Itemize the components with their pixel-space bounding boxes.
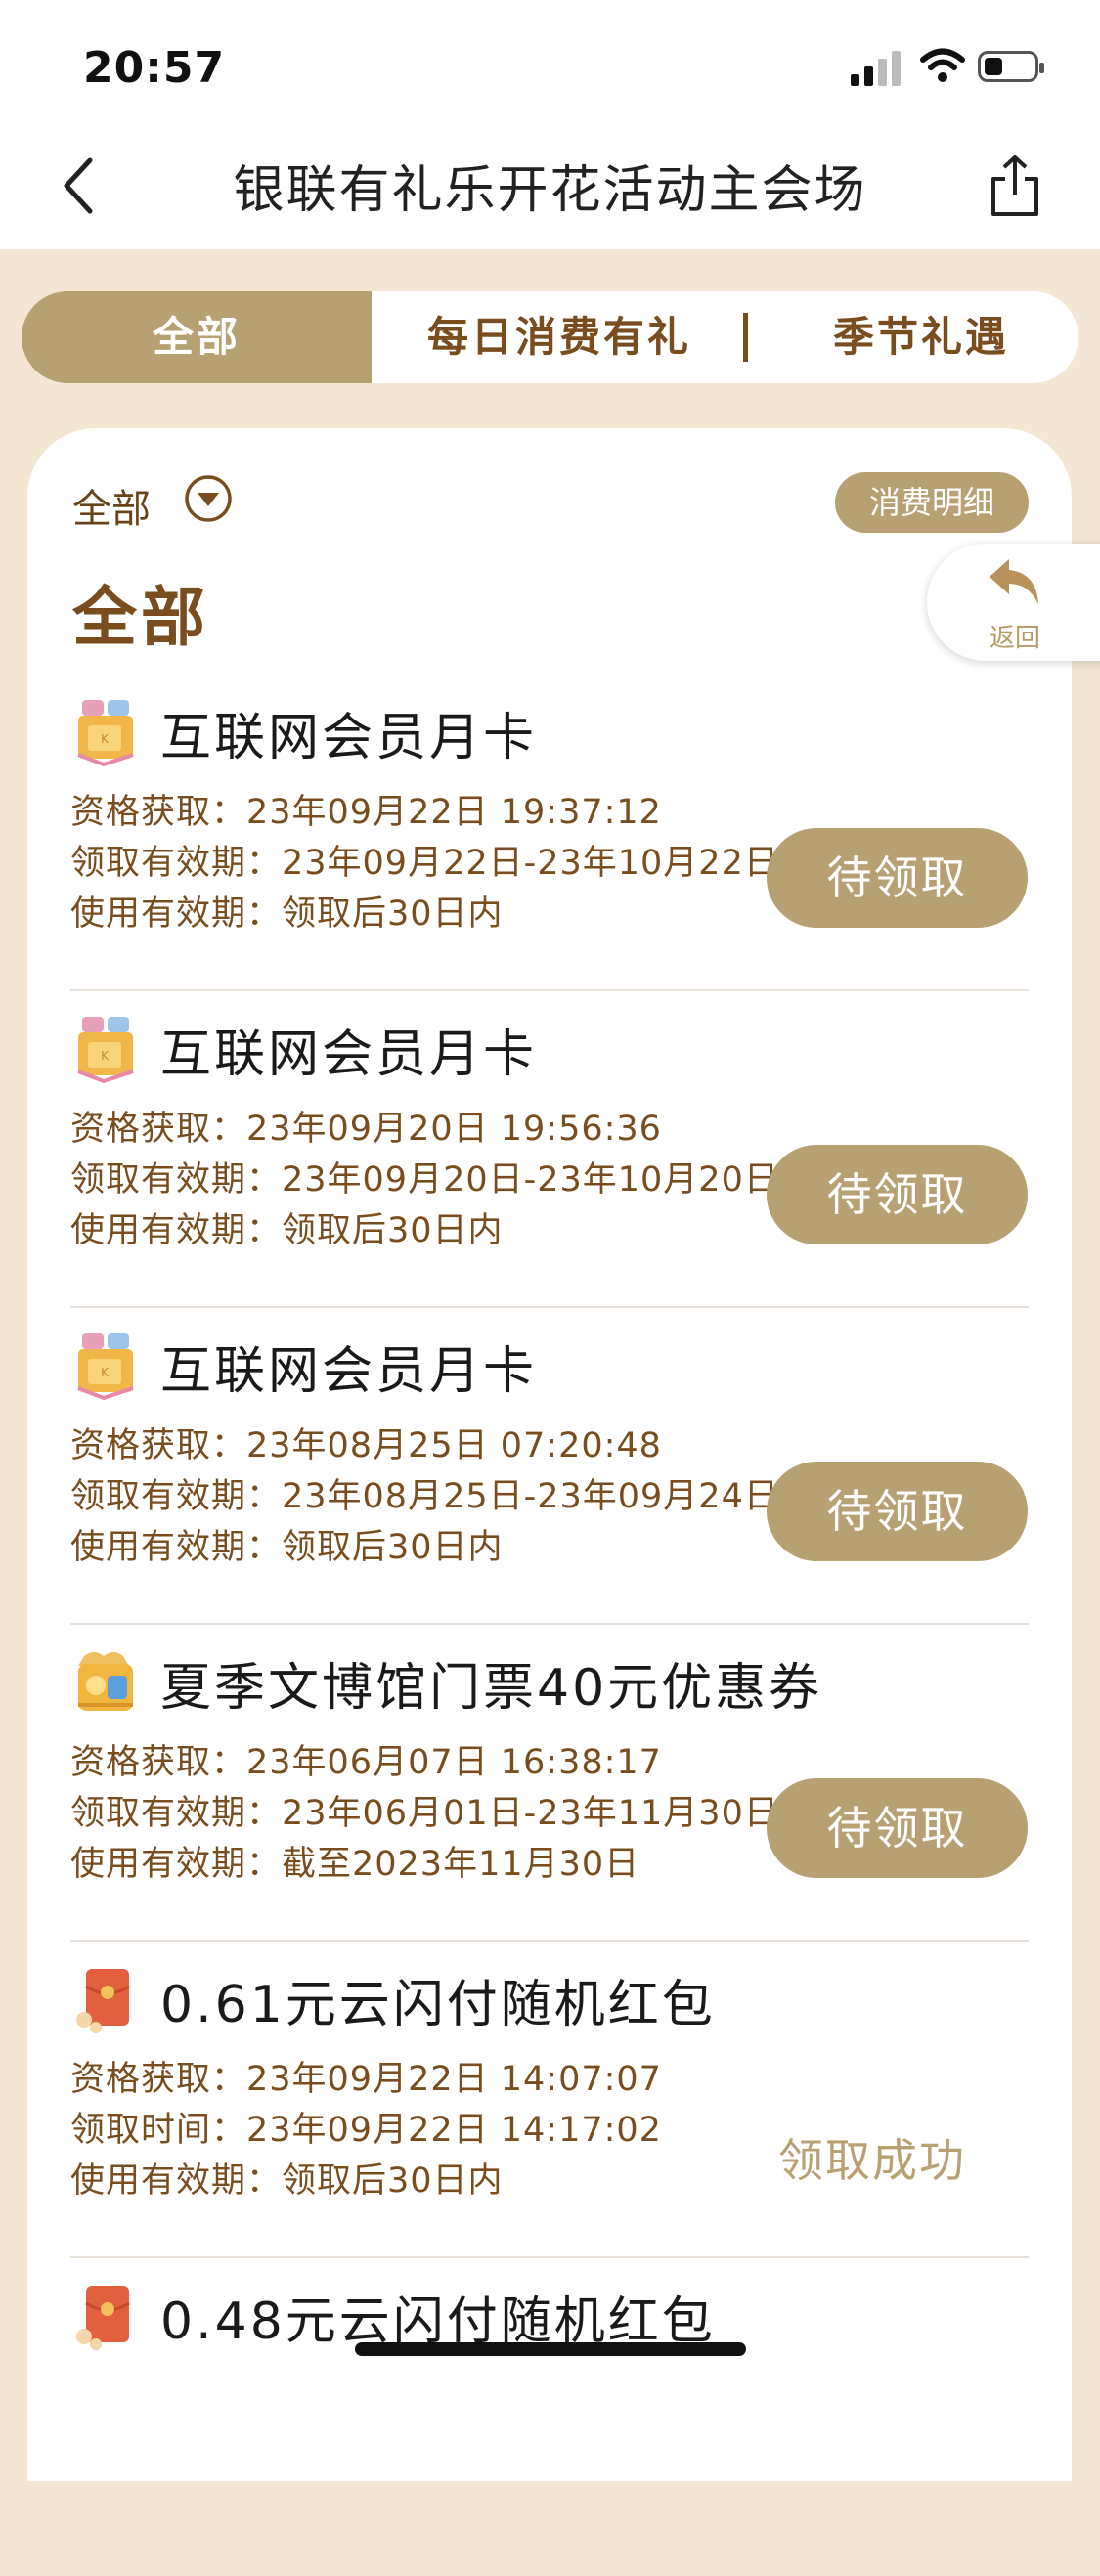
red-envelope-icon xyxy=(76,2286,130,2350)
claim-button[interactable]: 待领取 xyxy=(767,828,1028,928)
item-name: 互联网会员月卡 xyxy=(160,1342,538,1401)
claim-validity: 领取有效期：23年06月01日-23年11月30日 xyxy=(70,1794,779,1833)
qualification-time: 资格获取：23年09月22日 14:07:07 xyxy=(70,2060,662,2099)
use-validity: 使用有效期：领取后30日内 xyxy=(70,1528,504,1567)
tab-daily-spending[interactable]: 每日消费有礼 xyxy=(393,291,726,383)
claimed-status: 领取成功 xyxy=(778,2134,966,2187)
list-item: 0.61元云闪付随机红包 资格获取：23年09月22日 14:07:07 领取时… xyxy=(70,1942,1029,2259)
item-name: 互联网会员月卡 xyxy=(160,709,538,767)
coupon-bag-icon xyxy=(78,1652,133,1711)
chevron-down-icon[interactable] xyxy=(184,474,233,523)
tab-all[interactable]: 全部 xyxy=(22,291,372,383)
return-label: 返回 xyxy=(990,624,1041,653)
qualification-time: 资格获取：23年08月25日 07:20:48 xyxy=(70,1426,662,1465)
qualification-time: 资格获取：23年06月07日 16:38:17 xyxy=(70,1743,662,1782)
wifi-icon xyxy=(920,48,965,82)
return-arrow-icon xyxy=(990,559,1038,604)
claim-button[interactable]: 待领取 xyxy=(767,1462,1028,1561)
claim-validity: 领取有效期：23年09月22日-23年10月22日 xyxy=(70,844,779,883)
use-validity: 使用有效期：领取后30日内 xyxy=(70,2161,504,2201)
use-validity: 使用有效期：领取后30日内 xyxy=(70,1211,504,1250)
red-envelope-icon xyxy=(76,1969,130,2033)
tab-divider xyxy=(743,313,748,362)
list-item: K 互联网会员月卡 资格获取：23年09月22日 19:37:12 领取有效期：… xyxy=(70,675,1029,992)
gift-box-icon: K xyxy=(77,1333,134,1400)
status-time: 20:57 xyxy=(83,43,226,93)
filter-label[interactable]: 全部 xyxy=(72,477,151,534)
signal-icon xyxy=(851,51,901,86)
item-name: 夏季文博馆门票40元优惠券 xyxy=(160,1659,823,1718)
gift-box-icon: K xyxy=(77,700,134,766)
claim-validity: 领取有效期：23年08月25日-23年09月24日 xyxy=(70,1477,779,1516)
use-validity: 使用有效期：领取后30日内 xyxy=(70,895,504,934)
claim-validity: 领取有效期：23年09月20日-23年10月20日 xyxy=(70,1160,779,1200)
svg-text:K: K xyxy=(101,1366,110,1379)
svg-text:K: K xyxy=(101,1049,110,1063)
claim-button[interactable]: 待领取 xyxy=(767,1145,1028,1244)
claim-time: 领取时间：23年09月22日 14:17:02 xyxy=(70,2111,662,2150)
list-item: K 互联网会员月卡 资格获取：23年08月25日 07:20:48 领取有效期：… xyxy=(70,1308,1029,1626)
item-name: 互联网会员月卡 xyxy=(160,1026,538,1084)
qualification-time: 资格获取：23年09月22日 19:37:12 xyxy=(70,793,662,832)
tab-seasonal[interactable]: 季节礼遇 xyxy=(765,291,1078,383)
category-tabs: 全部 每日消费有礼 季节礼遇 xyxy=(22,291,1078,383)
use-validity: 使用有效期：截至2023年11月30日 xyxy=(70,1845,640,1884)
section-title: 全部 xyxy=(72,580,209,655)
item-name: 0.61元云闪付随机红包 xyxy=(160,1976,716,2034)
page-title: 银联有礼乐开花活动主会场 xyxy=(233,161,867,220)
home-indicator xyxy=(355,2342,746,2356)
share-icon[interactable] xyxy=(988,153,1042,218)
battery-icon xyxy=(978,51,1044,82)
svg-text:K: K xyxy=(101,732,110,746)
qualification-time: 资格获取：23年09月20日 19:56:36 xyxy=(70,1110,662,1149)
return-button[interactable]: 返回 xyxy=(927,544,1100,661)
claim-button[interactable]: 待领取 xyxy=(767,1778,1028,1878)
gift-box-icon: K xyxy=(77,1017,134,1083)
list-item: K 互联网会员月卡 资格获取：23年09月20日 19:56:36 领取有效期：… xyxy=(70,991,1029,1309)
list-item: 夏季文博馆门票40元优惠券 资格获取：23年06月07日 16:38:17 领取… xyxy=(70,1625,1029,1943)
list-item: 0.48元云闪付随机红包 xyxy=(70,2258,1029,2576)
spending-detail-button[interactable]: 消费明细 xyxy=(835,472,1029,533)
